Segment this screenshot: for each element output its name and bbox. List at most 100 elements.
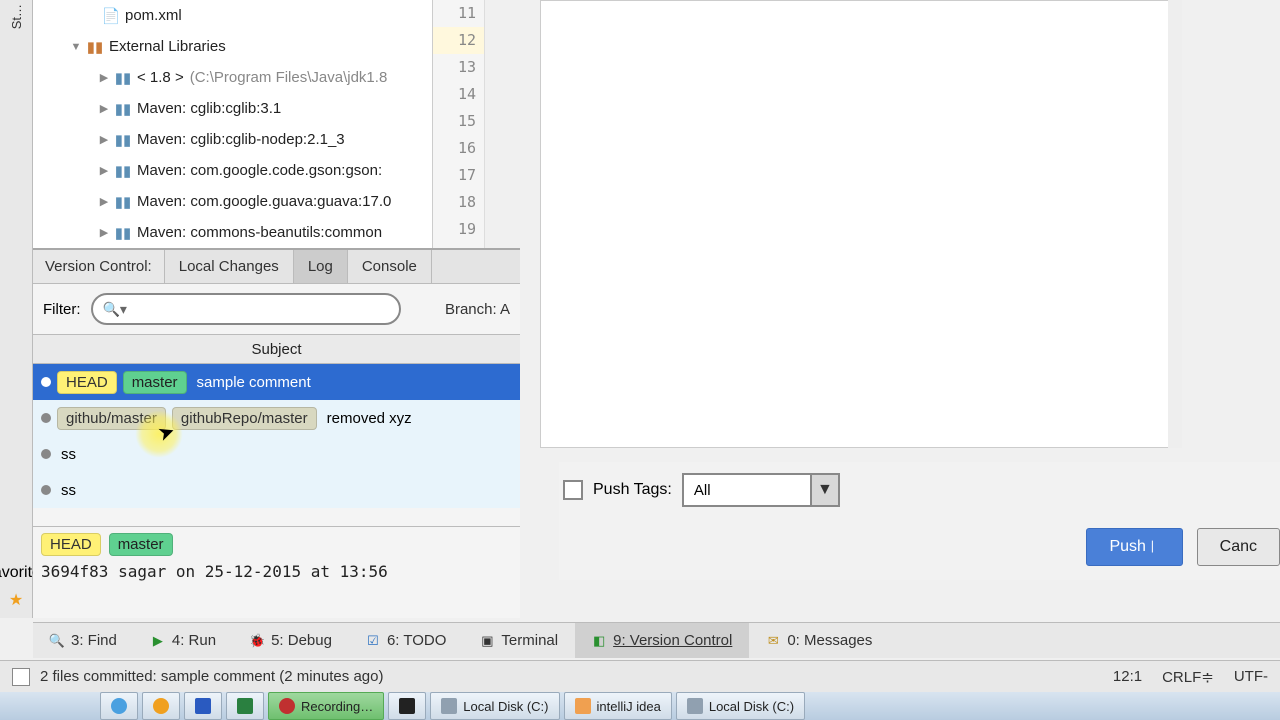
file-encoding[interactable]: UTF- — [1234, 668, 1268, 686]
line-separator[interactable]: CRLF≑ — [1162, 668, 1214, 686]
taskbar-item[interactable] — [388, 692, 426, 720]
commit-row[interactable]: github/master githubRepo/master removed … — [33, 400, 520, 436]
expand-arrow-icon[interactable]: ▼ — [67, 41, 85, 53]
messages-icon: ✉ — [765, 633, 781, 649]
branch-tag-remote: github/master — [57, 407, 166, 430]
push-button-label: Push — [1109, 538, 1145, 556]
word-icon — [195, 698, 211, 714]
tab-console[interactable]: Console — [348, 250, 432, 283]
structure-tool-label[interactable]: St… — [9, 4, 24, 29]
branch-tag-master: master — [123, 371, 187, 394]
line-number: 16 — [433, 135, 484, 162]
todo-icon: ☑ — [365, 633, 381, 649]
commit-row[interactable]: HEAD master sample comment — [33, 364, 520, 400]
status-bar: 2 files committed: sample comment (2 min… — [0, 660, 1280, 692]
line-number: 14 — [433, 81, 484, 108]
line-number: 13 — [433, 54, 484, 81]
commit-message: ss — [61, 482, 76, 499]
expand-arrow-icon[interactable]: ▶ — [95, 226, 113, 239]
line-number: 12 — [433, 27, 484, 54]
commit-detail-line: 3694f83 sagar on 25-12-2015 at 13:56 — [41, 562, 512, 581]
cancel-button[interactable]: Canc — [1197, 528, 1280, 566]
push-button[interactable]: Push ▏ — [1086, 528, 1182, 566]
excel-icon — [237, 698, 253, 714]
taskbar-disk[interactable]: Local Disk (C:) — [430, 692, 559, 720]
taskbar-item[interactable] — [100, 692, 138, 720]
taskbar-disk[interactable]: Local Disk (C:) — [676, 692, 805, 720]
tab-log[interactable]: Log — [294, 250, 348, 283]
version-control-panel: Version Control: Local Changes Log Conso… — [33, 248, 520, 618]
expand-arrow-icon[interactable]: ▶ — [95, 71, 113, 84]
run-icon: ▶ — [150, 633, 166, 649]
line-number: 17 — [433, 162, 484, 189]
detail-tag-master: master — [109, 533, 173, 556]
vc-icon: ◧ — [591, 633, 607, 649]
tab-todo[interactable]: ☑6: TODO — [349, 623, 463, 658]
push-dialog-body — [540, 0, 1174, 448]
status-icon[interactable] — [12, 668, 30, 686]
line-number: 19 — [433, 216, 484, 243]
tab-local-changes[interactable]: Local Changes — [165, 250, 294, 283]
select-value: All — [682, 473, 812, 507]
tab-terminal[interactable]: ▣Terminal — [463, 623, 575, 658]
taskbar-intellij[interactable]: intelliJ idea — [564, 692, 672, 720]
library-icon: ▮▮ — [113, 163, 133, 179]
library-icon: ▮▮ — [113, 194, 133, 210]
tree-item-label: < 1.8 > — [137, 69, 184, 86]
taskbar-recording[interactable]: Recording… — [268, 692, 384, 720]
tree-item-label: Maven: commons-beanutils:common — [137, 224, 382, 241]
left-tool-strip-lower: ★ 2: Favorites — [0, 248, 33, 618]
project-tree[interactable]: 📄 pom.xml ▼ ▮▮ External Libraries ▶ ▮▮ <… — [33, 0, 433, 248]
commit-node-icon — [41, 485, 51, 495]
branch-filter[interactable]: Branch: A — [445, 301, 510, 318]
tree-item-label: pom.xml — [125, 7, 182, 24]
commit-message: removed xyz — [327, 410, 412, 427]
push-tags-checkbox[interactable] — [563, 480, 583, 500]
branch-tag-head: HEAD — [57, 371, 117, 394]
expand-arrow-icon[interactable]: ▶ — [95, 164, 113, 177]
caret-position[interactable]: 12:1 — [1113, 668, 1142, 686]
vc-title: Version Control: — [33, 250, 165, 283]
library-icon: ▮▮ — [113, 225, 133, 241]
editor-gutter: 11 12 13 14 15 16 17 18 19 20 — [433, 0, 485, 248]
chevron-down-icon: ▼ — [812, 473, 840, 507]
favorites-star-icon[interactable]: ★ — [9, 590, 23, 610]
expand-arrow-icon[interactable]: ▶ — [95, 195, 113, 208]
commit-detail-pane: HEAD master 3694f83 sagar on 25-12-2015 … — [33, 526, 520, 587]
push-tags-select[interactable]: All ▼ — [682, 473, 840, 507]
find-icon: 🔍 — [49, 633, 65, 649]
left-tool-strip: St… — [0, 0, 33, 248]
record-icon — [279, 698, 295, 714]
commit-row[interactable]: ss — [33, 472, 520, 508]
library-icon: ▮▮ — [113, 101, 133, 117]
tab-messages[interactable]: ✉0: Messages — [749, 623, 889, 658]
file-icon: 📄 — [101, 8, 121, 24]
expand-arrow-icon[interactable]: ▶ — [95, 133, 113, 146]
commit-row[interactable]: ss — [33, 436, 520, 472]
cmd-icon — [399, 698, 415, 714]
intellij-icon — [575, 698, 591, 714]
tab-version-control[interactable]: ◧9: Version Control — [575, 623, 749, 658]
filter-label: Filter: — [43, 301, 81, 318]
commit-node-icon — [41, 377, 51, 387]
tree-item-label: Maven: com.google.guava:guava:17.0 — [137, 193, 391, 210]
tab-find[interactable]: 🔍3: Find — [33, 623, 134, 658]
expand-arrow-icon[interactable]: ▶ — [95, 102, 113, 115]
tab-debug[interactable]: 🐞5: Debug — [233, 623, 349, 658]
filter-input[interactable]: 🔍▾ — [91, 293, 401, 325]
explorer-icon — [153, 698, 169, 714]
subject-column-header[interactable]: Subject — [33, 334, 520, 364]
dialog-scrollbar[interactable] — [1168, 0, 1182, 448]
commit-message: ss — [61, 446, 76, 463]
commit-node-icon — [41, 413, 51, 423]
status-message: 2 files committed: sample comment (2 min… — [40, 668, 383, 685]
tab-run[interactable]: ▶4: Run — [134, 623, 233, 658]
drive-icon — [441, 698, 457, 714]
library-icon: ▮▮ — [113, 70, 133, 86]
taskbar-item[interactable] — [184, 692, 222, 720]
commit-message: sample comment — [197, 374, 311, 391]
push-dialog-footer: Push Tags: All ▼ Push ▏ Canc — [559, 462, 1280, 580]
taskbar-item[interactable] — [226, 692, 264, 720]
taskbar-item[interactable] — [142, 692, 180, 720]
search-icon: 🔍▾ — [103, 301, 127, 318]
